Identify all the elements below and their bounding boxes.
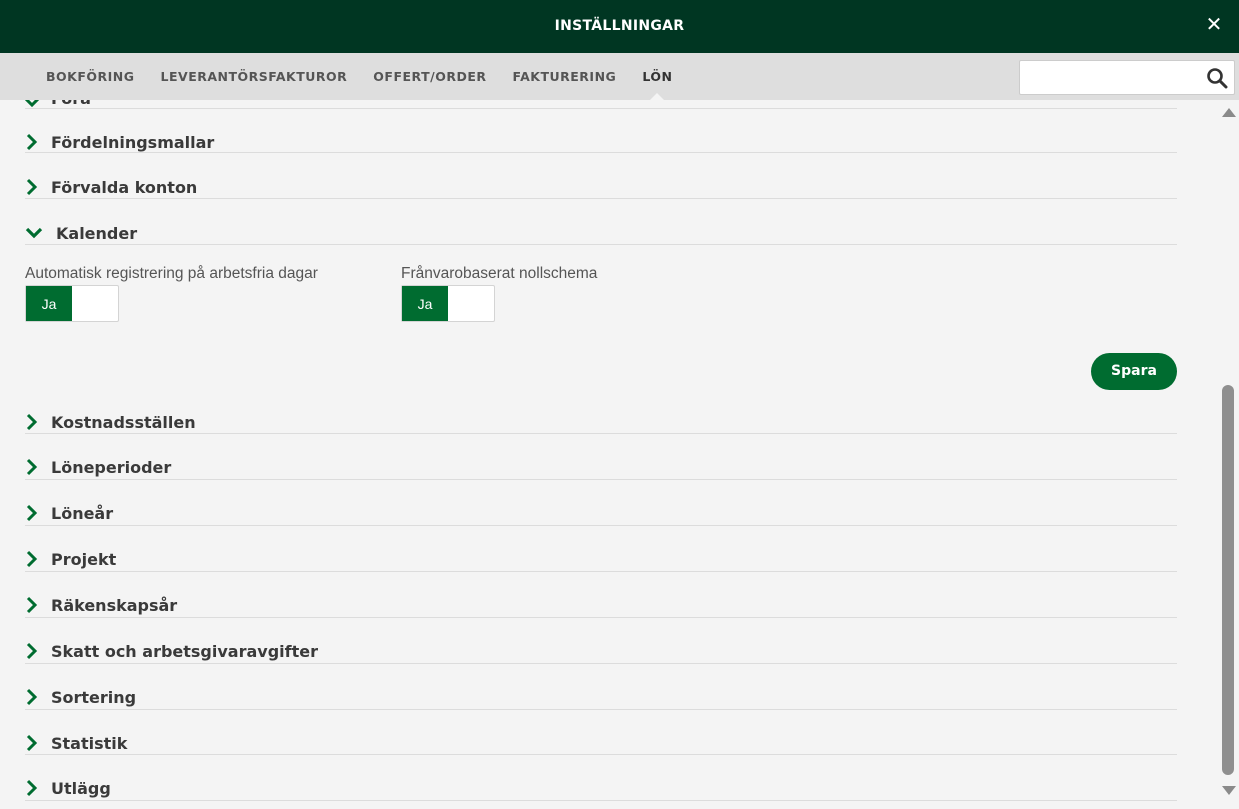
section-sortering[interactable]: Sortering <box>25 664 1177 710</box>
chevron-right-icon <box>26 178 38 196</box>
save-button[interactable]: Spara <box>1091 353 1177 390</box>
chevron-right-icon <box>26 413 38 431</box>
chevron-right-icon <box>26 504 38 522</box>
section-kostnadsstallen[interactable]: Kostnadsställen <box>25 388 1177 434</box>
setting-franvarobaserat-nollschema: Frånvarobaserat nollschema <box>401 265 597 283</box>
tab-lon[interactable]: LÖN <box>629 53 685 100</box>
chevron-right-icon <box>26 133 38 151</box>
section-label: Kostnadsställen <box>51 413 196 432</box>
close-icon[interactable]: ✕ <box>1205 15 1223 35</box>
section-kalender[interactable]: Kalender <box>25 199 1177 245</box>
section-label: Skatt och arbetsgivaravgifter <box>51 642 318 661</box>
toggle-on-label: Ja <box>402 286 448 321</box>
section-label: Kalender <box>56 224 138 243</box>
title-bar: INSTÄLLNINGAR ✕ <box>0 0 1239 53</box>
window-title: INSTÄLLNINGAR <box>554 18 685 34</box>
section-rakenskapsar[interactable]: Räkenskapsår <box>25 572 1177 618</box>
section-label: Räkenskapsår <box>51 596 178 615</box>
chevron-right-icon <box>26 550 38 568</box>
search-input[interactable] <box>1020 61 1200 94</box>
tab-list: BOKFÖRING LEVERANTÖRSFAKTUROR OFFERT/ORD… <box>33 53 685 100</box>
toggle-on-label: Ja <box>26 286 72 321</box>
chevron-right-icon <box>26 734 38 752</box>
section-projekt[interactable]: Projekt <box>25 526 1177 572</box>
chevron-right-icon <box>26 688 38 706</box>
section-fordelningsmallar[interactable]: Fördelningsmallar <box>25 107 1177 153</box>
search-box <box>1019 60 1235 95</box>
scrollbar-thumb[interactable] <box>1222 385 1234 775</box>
tab-leverantorsfakturor[interactable]: LEVERANTÖRSFAKTUROR <box>148 53 361 100</box>
tab-bar: BOKFÖRING LEVERANTÖRSFAKTUROR OFFERT/ORD… <box>0 53 1239 100</box>
setting-automatisk-registrering: Automatisk registrering på arbetsfria da… <box>25 265 318 283</box>
chevron-right-icon <box>26 596 38 614</box>
chevron-down-icon <box>25 227 43 239</box>
section-label: Fördelningsmallar <box>51 133 215 152</box>
tab-offert-order[interactable]: OFFERT/ORDER <box>360 53 499 100</box>
tab-bokforing[interactable]: BOKFÖRING <box>33 53 148 100</box>
setting-label: Automatisk registrering på arbetsfria da… <box>25 265 318 282</box>
tab-fakturering[interactable]: FAKTURERING <box>500 53 630 100</box>
section-skatt-och-arbetsgivaravgifter[interactable]: Skatt och arbetsgivaravgifter <box>25 618 1177 664</box>
search-icon[interactable] <box>1206 67 1228 89</box>
section-lonear[interactable]: Löneår <box>25 480 1177 526</box>
settings-content: Fora Fördelningsmallar Förvalda konton K… <box>0 100 1217 809</box>
scroll-up-icon[interactable] <box>1222 108 1236 117</box>
section-statistik[interactable]: Statistik <box>25 709 1177 755</box>
toggle-franvarobaserat-nollschema[interactable]: Ja <box>401 285 495 322</box>
chevron-right-icon <box>26 642 38 660</box>
vertical-scrollbar[interactable] <box>1217 100 1239 809</box>
section-loneperioder[interactable]: Löneperioder <box>25 434 1177 480</box>
section-label: Statistik <box>51 734 128 753</box>
chevron-right-icon <box>26 458 38 476</box>
section-label: Löneår <box>51 504 114 523</box>
scroll-down-icon[interactable] <box>1222 786 1236 795</box>
chevron-right-icon <box>26 779 38 797</box>
toggle-automatisk-registrering[interactable]: Ja <box>25 285 119 322</box>
section-label: Sortering <box>51 688 137 707</box>
section-label: Förvalda konton <box>51 178 198 197</box>
section-label: Utlägg <box>51 779 111 798</box>
section-label: Löneperioder <box>51 458 172 477</box>
section-label: Projekt <box>51 550 117 569</box>
setting-label: Frånvarobaserat nollschema <box>401 265 598 282</box>
section-utlagg[interactable]: Utlägg <box>25 755 1177 801</box>
section-forvalda-konton[interactable]: Förvalda konton <box>25 153 1177 199</box>
